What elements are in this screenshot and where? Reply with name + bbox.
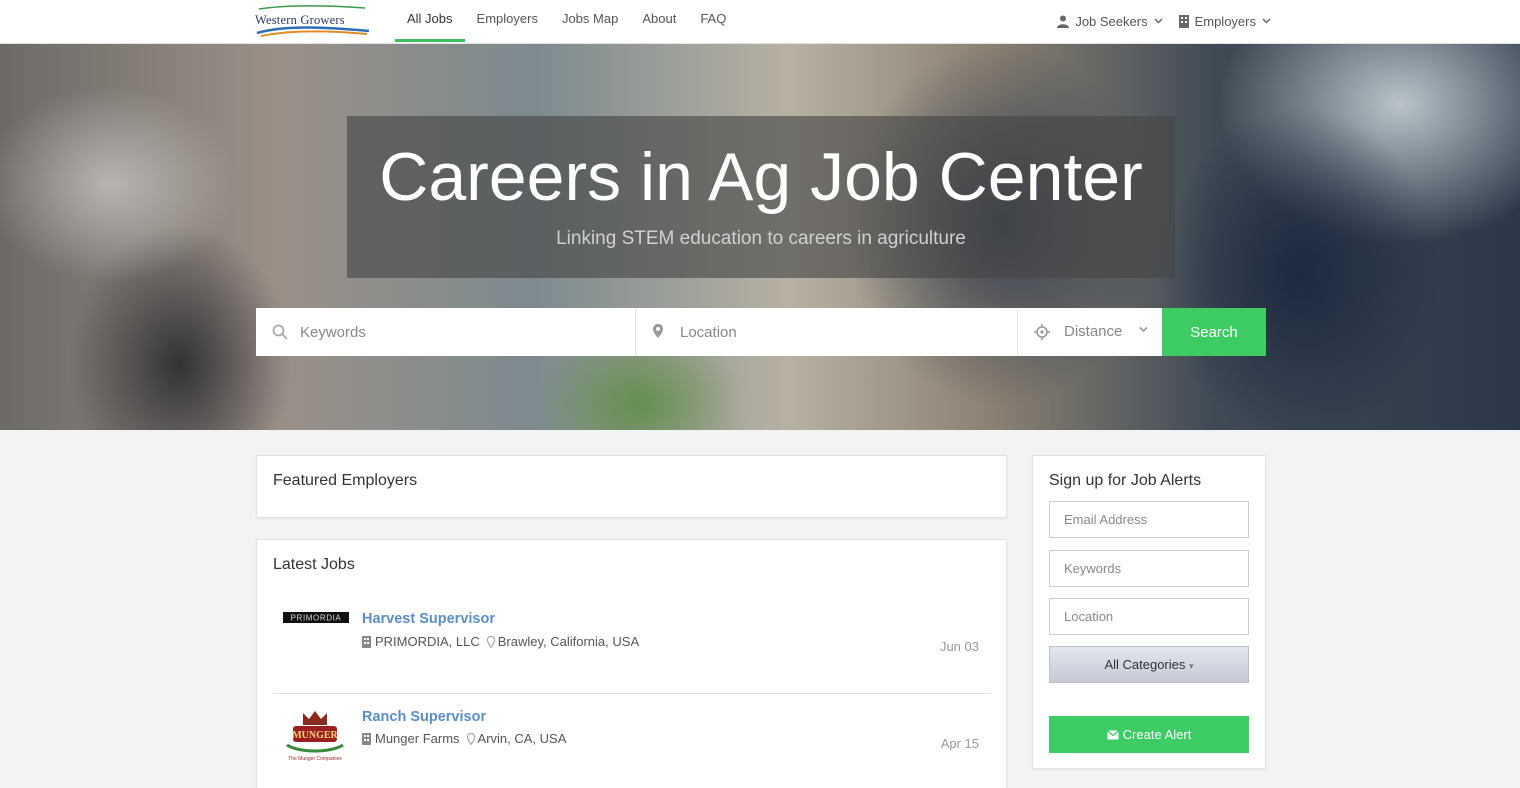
alert-keywords-input[interactable] — [1049, 550, 1249, 587]
job-company: Munger Farms — [375, 731, 460, 746]
map-pin-icon — [653, 324, 663, 338]
job-seekers-label: Job Seekers — [1075, 13, 1148, 29]
job-meta: Munger Farms Arvin, CA, USA — [362, 731, 566, 746]
hero-subtitle: Linking STEM education to careers in agr… — [556, 228, 966, 249]
account-nav: Job Seekers Employers — [1057, 0, 1271, 42]
all-categories-label: All Categories — [1104, 657, 1186, 672]
employers-dropdown[interactable]: Employers — [1178, 13, 1271, 29]
munger-logo-text: MUNGER — [292, 730, 338, 741]
job-alerts-title: Sign up for Job Alerts — [1049, 472, 1202, 489]
location-input[interactable] — [636, 309, 1017, 355]
primordia-logo-text: PRIMORDIA — [291, 614, 342, 623]
search-icon — [272, 324, 288, 340]
nav-about[interactable]: About — [630, 0, 688, 42]
primordia-logo[interactable]: PRIMORDIA — [283, 612, 349, 624]
building-icon — [1178, 14, 1189, 28]
chevron-down-icon — [1154, 18, 1163, 24]
nav-all-jobs[interactable]: All Jobs — [395, 0, 465, 42]
job-company: PRIMORDIA, LLC — [375, 634, 480, 649]
job-listing[interactable]: PRIMORDIA Harvest Supervisor PRIMORDIA, … — [273, 596, 991, 694]
latest-jobs-title: Latest Jobs — [273, 556, 355, 573]
keywords-field — [256, 308, 636, 356]
map-pin-icon — [486, 635, 495, 648]
all-categories-dropdown[interactable]: All Categories ▾ — [1049, 646, 1249, 683]
nav-jobs-map[interactable]: Jobs Map — [550, 0, 630, 42]
building-icon — [362, 635, 371, 648]
user-icon — [1057, 15, 1070, 28]
crosshair-icon — [1034, 324, 1050, 340]
building-icon — [362, 732, 371, 745]
job-location: Arvin, CA, USA — [477, 731, 567, 746]
job-listing[interactable]: MUNGER The Munger Companies Ranch Superv… — [273, 695, 991, 788]
job-date: Jun 03 — [939, 639, 979, 654]
create-alert-label: Create Alert — [1122, 727, 1192, 742]
nav-employers[interactable]: Employers — [465, 0, 550, 42]
chevron-down-icon — [1262, 18, 1271, 24]
alert-location-input[interactable] — [1049, 598, 1249, 635]
employers-label: Employers — [1194, 13, 1256, 29]
nav-faq[interactable]: FAQ — [688, 0, 738, 42]
job-title-link[interactable]: Harvest Supervisor — [362, 611, 495, 627]
hero-banner: Careers in Ag Job Center Linking STEM ed… — [0, 44, 1520, 430]
munger-logo-subtext: The Munger Companies — [288, 756, 342, 762]
keywords-input[interactable] — [256, 309, 635, 355]
envelope-icon — [1106, 729, 1119, 739]
job-alerts-card: Sign up for Job Alerts All Categories ▾ … — [1032, 455, 1266, 769]
chevron-down-icon — [1139, 326, 1148, 333]
featured-employers-card: Featured Employers — [256, 455, 1007, 518]
search-button[interactable]: Search — [1162, 308, 1266, 356]
hero-title: Careers in Ag Job Center — [379, 139, 1143, 215]
create-alert-button[interactable]: Create Alert — [1049, 716, 1249, 753]
location-field — [636, 308, 1018, 356]
distance-select[interactable]: Distance — [1018, 308, 1162, 356]
job-meta: PRIMORDIA, LLC Brawley, California, USA — [362, 634, 639, 649]
caret-down-icon: ▾ — [1189, 661, 1194, 671]
hero-overlay: Careers in Ag Job Center Linking STEM ed… — [347, 116, 1175, 278]
job-date: Apr 15 — [940, 736, 979, 751]
map-pin-icon — [466, 732, 475, 745]
latest-jobs-card: Latest Jobs PRIMORDIA Harvest Supervisor… — [256, 539, 1007, 788]
featured-employers-title: Featured Employers — [273, 472, 418, 489]
job-title-link[interactable]: Ranch Supervisor — [362, 709, 486, 725]
main-nav: All Jobs Employers Jobs Map About FAQ — [395, 0, 738, 44]
logo-text: Western Growers — [255, 13, 345, 27]
alert-email-input[interactable] — [1049, 501, 1249, 538]
job-search-bar: Distance Search — [256, 308, 1266, 356]
western-growers-logo[interactable]: Western Growers — [255, 3, 373, 37]
job-seekers-dropdown[interactable]: Job Seekers — [1057, 13, 1163, 29]
munger-farms-logo[interactable]: MUNGER The Munger Companies — [283, 709, 347, 763]
job-location: Brawley, California, USA — [497, 634, 640, 649]
top-navbar: Western Growers All Jobs Employers Jobs … — [0, 0, 1520, 44]
distance-label: Distance — [1064, 323, 1123, 340]
